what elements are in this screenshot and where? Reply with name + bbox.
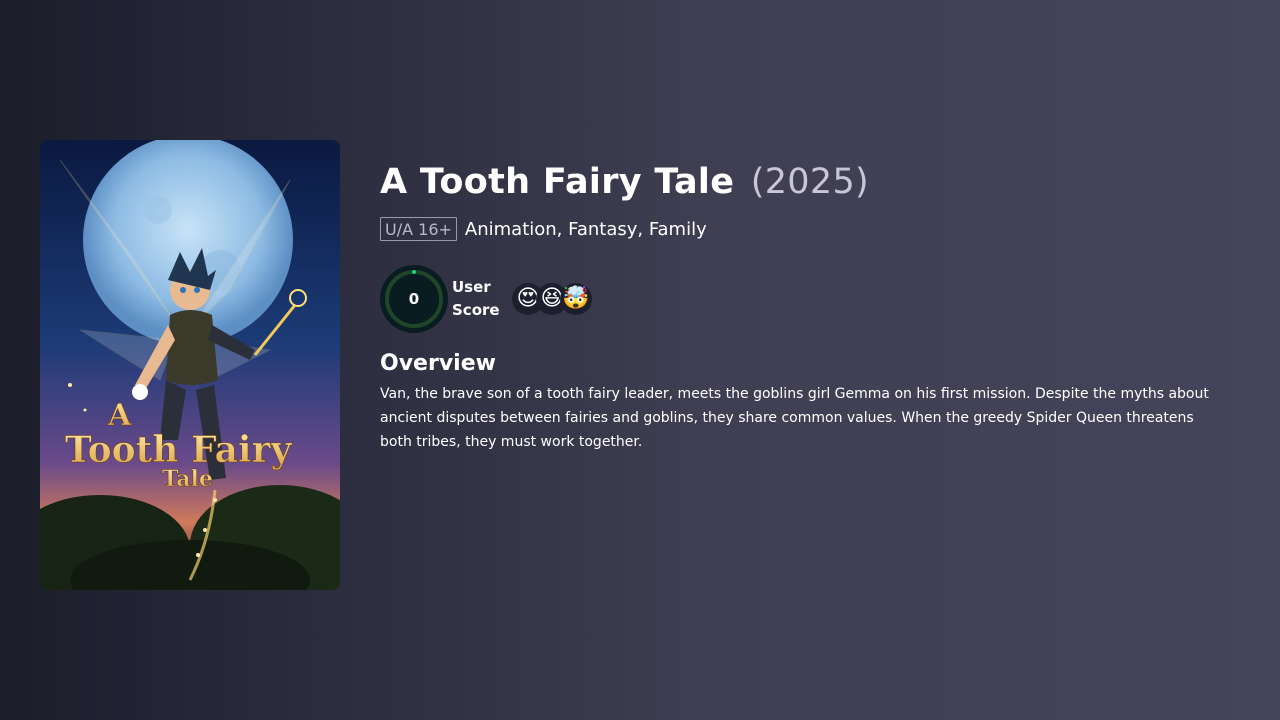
overview-heading: Overview (380, 351, 496, 376)
user-score-value: 0 (408, 290, 420, 308)
movie-meta: U/A 16+ Animation, Fantasy, Family (380, 216, 1240, 242)
poster-title-line2: Tooth Fairy (65, 429, 293, 471)
user-score-chart[interactable]: 0 (380, 265, 448, 333)
movie-details: A Tooth Fairy Tale (2025) U/A 16+ Animat… (380, 160, 1240, 454)
mind-blown-emoji-icon: 🤯 (560, 283, 592, 315)
genres: Animation, Fantasy, Family (464, 218, 707, 240)
reaction-emojis[interactable]: 😍 😆 🤯 (512, 283, 592, 315)
certification-badge: U/A 16+ (380, 217, 457, 241)
movie-poster: A Tooth Fairy Tale (40, 140, 340, 590)
movie-title: A Tooth Fairy Tale (380, 162, 735, 202)
poster-title-line3: Tale (162, 466, 213, 492)
overview-text: Van, the brave son of a tooth fairy lead… (380, 386, 1209, 450)
movie-title-row: A Tooth Fairy Tale (2025) (380, 160, 1240, 204)
user-score-label: User Score (452, 278, 500, 319)
score-row: 0 User Score 😍 😆 🤯 (380, 265, 1240, 333)
movie-year: (2025) (750, 162, 869, 202)
poster-title-line1: A (107, 398, 132, 433)
